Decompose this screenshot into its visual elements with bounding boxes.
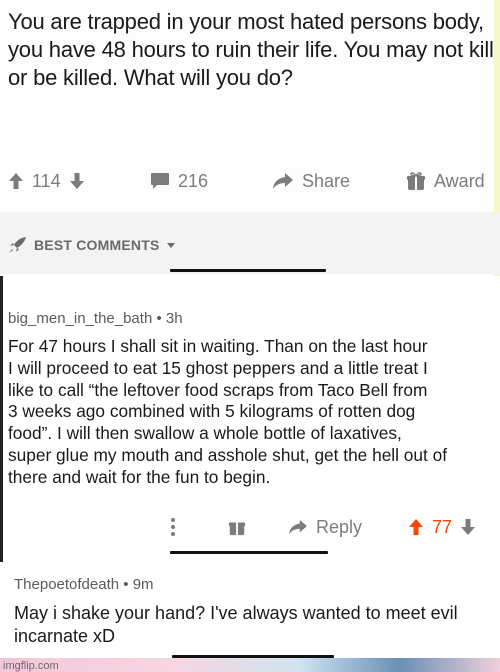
comment-2-username[interactable]: Thepoetofdeath [14, 576, 119, 593]
post-action-bar: 114 216 Share Award [0, 166, 500, 196]
best-comments-bar: BEST COMMENTS [0, 212, 500, 274]
comments-button[interactable]: 216 [150, 166, 208, 196]
reply-button[interactable]: Reply [288, 512, 362, 542]
award-label: Award [434, 170, 485, 191]
gift-icon [228, 518, 246, 536]
share-arrow-icon [272, 172, 294, 190]
rocket-icon [8, 236, 28, 254]
comment-bubble-icon [150, 172, 170, 190]
post-title[interactable]: You are trapped in your most hated perso… [8, 8, 498, 92]
post-panel: You are trapped in your most hated perso… [0, 0, 500, 276]
more-vertical-icon [170, 517, 176, 537]
comment-1-vote-group: 77 [408, 512, 476, 542]
upvote-icon[interactable] [8, 172, 24, 190]
bottom-image-strip [0, 658, 500, 672]
best-comments-label: BEST COMMENTS [34, 237, 160, 253]
caret-down-icon [166, 241, 176, 249]
reply-arrow-icon [288, 519, 308, 535]
comment-1-text: For 47 hours I shall sit in waiting. Tha… [8, 336, 448, 487]
comment-1-meta: big_men_in_the_bath • 3h [8, 310, 183, 327]
reply-label: Reply [316, 516, 363, 537]
comment-1-age: 3h [165, 310, 183, 327]
separator-line [170, 269, 326, 272]
share-button[interactable]: Share [272, 166, 350, 196]
upvote-active-icon[interactable] [408, 518, 424, 536]
comment-2-text: May i shake your hand? I've always wante… [14, 603, 458, 646]
downvote-icon[interactable] [460, 518, 476, 536]
comment-count: 216 [178, 170, 209, 191]
post-vote-group: 114 [8, 166, 85, 196]
comment-1-username[interactable]: big_men_in_the_bath [8, 310, 152, 327]
award-button[interactable]: Award [406, 166, 485, 196]
downvote-icon[interactable] [69, 172, 85, 190]
comment-1-action-bar: Reply 77 [0, 512, 500, 540]
comment-award-button[interactable] [228, 512, 246, 542]
gift-icon [406, 171, 426, 191]
comment-1-vote-count: 77 [432, 516, 453, 537]
comment-2-age: 9m [132, 576, 154, 593]
post-vote-count: 114 [32, 170, 61, 191]
comment-panel-1: big_men_in_the_bath • 3h For 47 hours I … [0, 276, 500, 562]
share-label: Share [302, 170, 351, 191]
watermark: imgflip.com [3, 660, 59, 672]
best-comments-sort[interactable]: BEST COMMENTS [8, 236, 176, 254]
separator-line [170, 551, 328, 554]
more-options-button[interactable] [170, 512, 176, 542]
comment-2-meta: Thepoetofdeath • 9m [14, 576, 154, 593]
